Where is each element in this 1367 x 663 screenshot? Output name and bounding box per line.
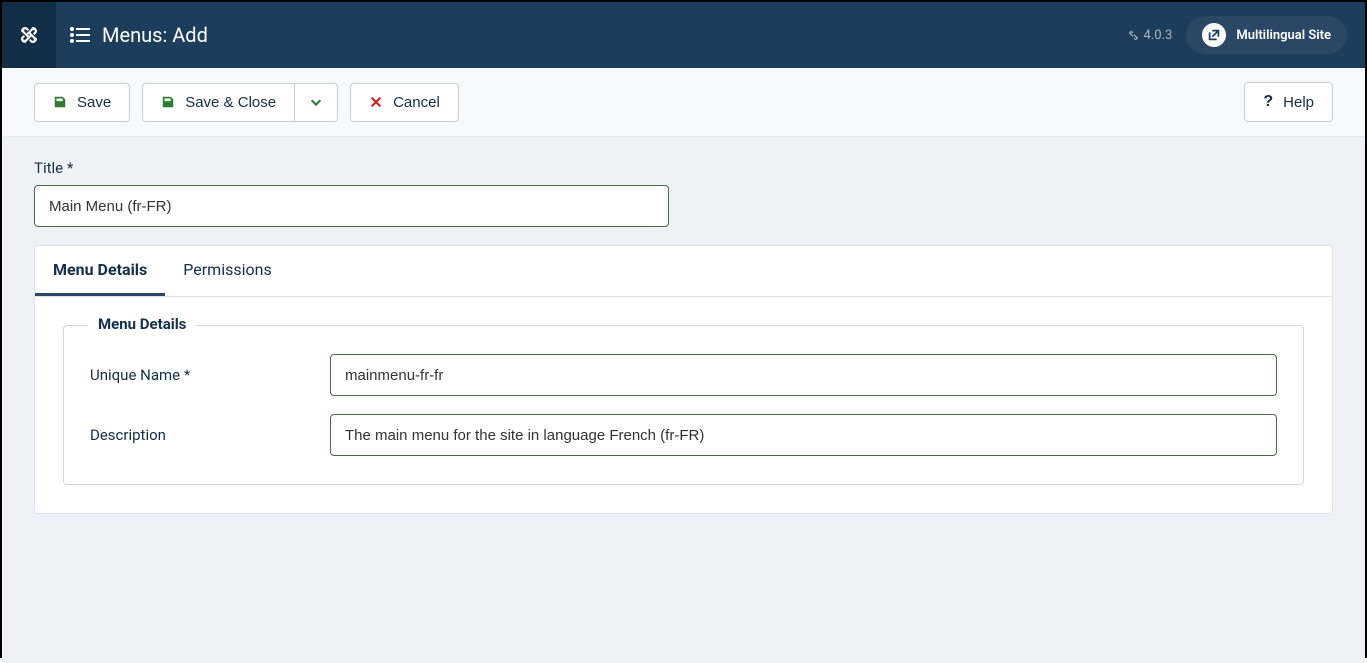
page-title-wrap: Menus: Add bbox=[56, 23, 208, 47]
unique-name-input[interactable] bbox=[330, 354, 1277, 396]
save-icon bbox=[161, 95, 175, 109]
chevron-down-icon bbox=[309, 95, 323, 109]
save-close-button[interactable]: Save & Close bbox=[142, 83, 294, 122]
title-label: Title * bbox=[34, 159, 1333, 177]
cancel-label: Cancel bbox=[393, 94, 440, 111]
header-right: 4.0.3 Multilingual Site bbox=[1127, 16, 1365, 54]
help-label: Help bbox=[1283, 94, 1314, 111]
tabs: Menu Details Permissions bbox=[35, 246, 1332, 297]
description-row: Description bbox=[90, 414, 1277, 456]
page-title: Menus: Add bbox=[102, 23, 208, 47]
description-input[interactable] bbox=[330, 414, 1277, 456]
save-dropdown-button[interactable] bbox=[294, 83, 338, 122]
site-link-label: Multilingual Site bbox=[1236, 28, 1331, 43]
app-header: Menus: Add 4.0.3 Multilingual Site bbox=[2, 2, 1365, 68]
unique-name-label: Unique Name * bbox=[90, 366, 330, 384]
tab-menu-details[interactable]: Menu Details bbox=[35, 246, 165, 296]
help-button[interactable]: ? Help bbox=[1244, 82, 1333, 122]
save-close-group: Save & Close bbox=[142, 83, 338, 122]
save-close-label: Save & Close bbox=[185, 94, 276, 111]
title-input[interactable] bbox=[34, 185, 669, 227]
save-label: Save bbox=[77, 94, 111, 111]
site-link-button[interactable]: Multilingual Site bbox=[1186, 16, 1347, 54]
version-badge[interactable]: 4.0.3 bbox=[1127, 28, 1173, 43]
version-text: 4.0.3 bbox=[1144, 28, 1173, 43]
joomla-icon bbox=[17, 23, 41, 47]
content-area: Title * Menu Details Permissions Menu De… bbox=[2, 137, 1365, 663]
title-form-group: Title * bbox=[34, 159, 1333, 227]
tab-permissions[interactable]: Permissions bbox=[165, 246, 289, 296]
joomla-small-icon bbox=[1127, 29, 1140, 42]
joomla-logo[interactable] bbox=[2, 2, 56, 68]
save-icon bbox=[53, 95, 67, 109]
details-panel: Menu Details Permissions Menu Details Un… bbox=[34, 245, 1333, 514]
save-button[interactable]: Save bbox=[34, 83, 130, 122]
toolbar-right: ? Help bbox=[1244, 82, 1333, 122]
list-icon bbox=[70, 26, 90, 44]
cancel-button[interactable]: Cancel bbox=[350, 83, 459, 122]
toolbar: Save Save & Close Cancel ? Help bbox=[2, 68, 1365, 137]
fieldset-legend: Menu Details bbox=[88, 315, 196, 333]
help-icon: ? bbox=[1263, 93, 1273, 111]
close-icon bbox=[369, 95, 383, 109]
panel-body: Menu Details Unique Name * Description bbox=[35, 297, 1332, 513]
menu-details-fieldset: Menu Details Unique Name * Description bbox=[63, 325, 1304, 485]
description-label: Description bbox=[90, 426, 330, 444]
external-link-icon bbox=[1202, 23, 1226, 47]
unique-name-row: Unique Name * bbox=[90, 354, 1277, 396]
